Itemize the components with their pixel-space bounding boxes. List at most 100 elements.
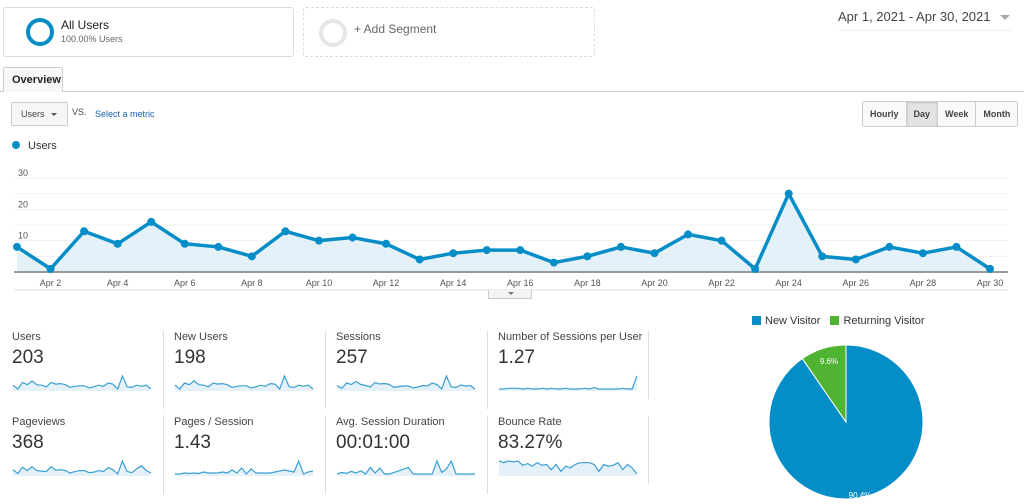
granularity-day-button[interactable]: Day	[906, 102, 939, 126]
metric-label: Pageviews	[12, 416, 66, 428]
data-point[interactable]	[650, 249, 659, 258]
data-point[interactable]	[180, 239, 189, 248]
legend-label: Returning Visitor	[843, 315, 925, 327]
x-tick-label: Apr 10	[306, 278, 333, 288]
metric-sparkline	[336, 459, 475, 476]
area-fill	[17, 193, 990, 272]
metric-value: 1.43	[174, 432, 211, 453]
metric-card-sessions-per-user[interactable]: Number of Sessions per User 1.27	[487, 331, 649, 409]
data-point[interactable]	[214, 242, 223, 251]
x-tick-label: Apr 4	[107, 278, 129, 288]
data-point[interactable]	[348, 233, 357, 242]
data-point[interactable]	[784, 189, 793, 198]
x-tick-label: Apr 8	[241, 278, 263, 288]
metric-label: Number of Sessions per User	[498, 331, 643, 343]
metric-card-users[interactable]: Users 203	[0, 331, 162, 409]
x-tick-label: Apr 18	[574, 278, 601, 288]
x-tick-label: Apr 30	[977, 278, 1004, 288]
legend-swatch-icon	[830, 316, 840, 325]
data-point[interactable]	[46, 264, 55, 273]
x-tick-label: Apr 16	[507, 278, 534, 288]
tab-overview[interactable]: Overview	[3, 67, 63, 92]
sparkline-area	[13, 376, 151, 391]
data-point[interactable]	[583, 252, 592, 261]
metric-sparkline	[174, 374, 314, 391]
metric-card-pageviews[interactable]: Pageviews 368	[0, 416, 162, 494]
data-point[interactable]	[851, 255, 860, 264]
granularity-month-button[interactable]: Month	[976, 102, 1018, 126]
metric-sparkline	[12, 459, 152, 476]
metric-card-new-users[interactable]: New Users 198	[163, 331, 325, 409]
x-tick-label: Apr 22	[708, 278, 735, 288]
visitor-pie-chart[interactable]: 90.4% 9.6%	[760, 336, 930, 502]
data-point[interactable]	[80, 227, 89, 236]
metric-value: 203	[12, 347, 44, 368]
metric-value: 83.27%	[498, 432, 563, 453]
data-point[interactable]	[918, 249, 927, 258]
select-metric-link[interactable]: Select a metric	[95, 109, 155, 119]
data-point[interactable]	[113, 239, 122, 248]
data-point[interactable]	[717, 236, 726, 245]
card-divider	[648, 331, 649, 399]
data-point[interactable]	[482, 246, 491, 255]
data-point[interactable]	[281, 227, 290, 236]
x-tick-label: Apr 20	[641, 278, 668, 288]
granularity-toggle: Hourly Day Week Month	[862, 101, 1019, 127]
data-point[interactable]	[13, 242, 21, 251]
date-range-picker[interactable]: Apr 1, 2021 - Apr 30, 2021	[838, 9, 1012, 31]
metric-card-avg-session-duration[interactable]: Avg. Session Duration 00:01:00	[325, 416, 487, 494]
data-point[interactable]	[885, 242, 894, 251]
metric-label: Avg. Session Duration	[336, 416, 445, 428]
data-point[interactable]	[751, 264, 760, 273]
x-tick-label: Apr 12	[373, 278, 400, 288]
x-tick-label: Apr 14	[440, 278, 467, 288]
chevron-down-icon	[508, 292, 514, 295]
metric-card-bounce-rate[interactable]: Bounce Rate 83.27%	[487, 416, 649, 494]
metric-sparkline	[12, 374, 152, 391]
vs-label: VS.	[72, 107, 87, 117]
data-point[interactable]	[986, 264, 994, 273]
legend-label: New Visitor	[765, 315, 821, 327]
granularity-hourly-button[interactable]: Hourly	[863, 102, 907, 126]
metric-sparkline	[175, 459, 314, 476]
data-point[interactable]	[616, 242, 625, 251]
metric-dropdown[interactable]: Users	[11, 102, 68, 126]
data-point[interactable]	[415, 255, 424, 264]
y-tick-label: 10	[18, 231, 28, 241]
chevron-down-icon	[1000, 15, 1010, 20]
metric-card-sessions[interactable]: Sessions 257	[325, 331, 487, 409]
metric-label: Users	[12, 331, 41, 343]
data-point[interactable]	[549, 258, 558, 267]
granularity-week-button[interactable]: Week	[938, 102, 977, 126]
data-point[interactable]	[247, 252, 256, 261]
data-point[interactable]	[382, 239, 391, 248]
data-point[interactable]	[818, 252, 827, 261]
date-range-label: Apr 1, 2021 - Apr 30, 2021	[838, 9, 991, 24]
metric-label: New Users	[174, 331, 228, 343]
pie-legend-returning-visitor[interactable]: Returning Visitor	[830, 315, 925, 327]
data-point[interactable]	[449, 249, 458, 258]
metric-card-pages-per-session[interactable]: Pages / Session 1.43	[163, 416, 325, 494]
card-divider	[648, 416, 649, 484]
pie-legend-new-visitor[interactable]: New Visitor	[752, 315, 820, 327]
x-tick-label: Apr 6	[174, 278, 196, 288]
chart-collapse-toggle[interactable]	[488, 290, 532, 299]
data-point[interactable]	[147, 217, 156, 226]
add-segment-button[interactable]: + Add Segment	[303, 7, 595, 57]
metric-value: 368	[12, 432, 44, 453]
users-line-chart[interactable]: 10 20 30 Apr 2 Apr 4 Apr 6 Apr 8 Apr 10 Apr 12 Ap…	[0, 150, 1024, 295]
metric-label: Bounce Rate	[498, 416, 562, 428]
x-tick-label: Apr 28	[910, 278, 937, 288]
data-point[interactable]	[516, 246, 525, 255]
tab-bar-divider	[0, 91, 1024, 92]
data-point[interactable]	[314, 236, 323, 245]
legend-dot-icon	[12, 141, 20, 149]
data-point[interactable]	[684, 230, 693, 239]
legend-swatch-icon	[752, 316, 761, 325]
pie-slice-label: 90.4%	[849, 491, 872, 500]
segment-subtitle: 100.00% Users	[61, 34, 123, 44]
segment-all-users[interactable]: All Users 100.00% Users	[3, 7, 294, 57]
data-point[interactable]	[952, 242, 961, 251]
y-tick-label: 30	[18, 168, 28, 178]
pie-slice-label: 9.6%	[820, 357, 838, 366]
